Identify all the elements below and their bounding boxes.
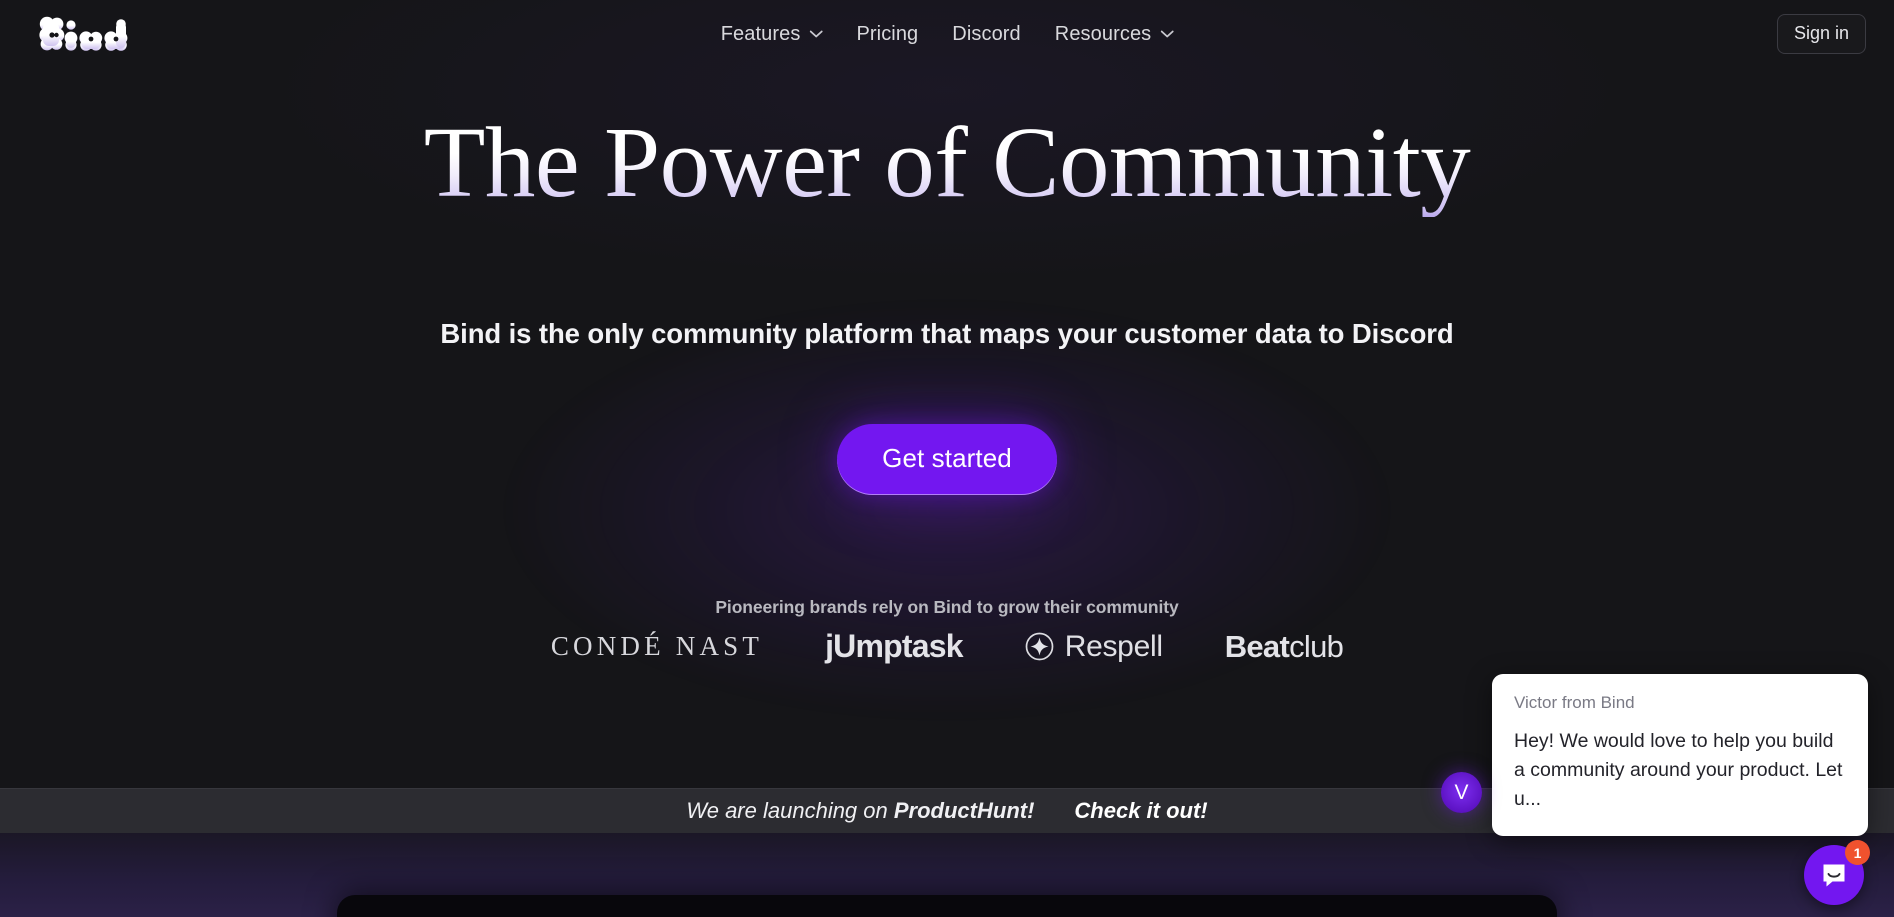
nav-item-discord[interactable]: Discord [952,23,1021,46]
nav-item-pricing[interactable]: Pricing [856,23,918,46]
sparkle-circle-icon [1025,632,1054,661]
nav-item-features[interactable]: Features [721,23,823,46]
announcement-text-product: ProductHunt! [893,798,1035,823]
nav-item-features-label: Features [720,22,801,45]
navbar: Features Pricing Discord Resources Sign … [0,0,1894,68]
brand-logo-respell-text: Respell [1064,629,1163,663]
brand-logo-beatclub-light: club [1289,628,1344,664]
nav-item-pricing-label: Pricing [856,22,919,45]
bind-logo[interactable] [36,12,132,54]
announcement-text-prefix: We are launching on [686,798,894,823]
brands-label: Pioneering brands rely on Bind to grow t… [715,597,1179,617]
get-started-button[interactable]: Get started [837,424,1057,495]
brand-logo-jumptask-j: j [825,628,834,664]
landing-page: Features Pricing Discord Resources Sign … [0,0,1894,917]
hero-subheadline: Bind is the only community platform that… [440,318,1454,349]
brand-logo-beatclub: Beat club [1224,628,1344,665]
brand-logo-conde-nast: CONDÉ NAST [551,631,763,662]
page-title: The Power of Community [0,107,1894,217]
brand-logo-beatclub-bold: Beat [1224,628,1290,664]
nav-links: Features Pricing Discord Resources [721,0,1174,68]
unread-badge: 1 [1845,840,1870,865]
chevron-down-icon [1160,30,1174,38]
chat-message-text: Hey! We would love to help you build a c… [1514,730,1843,810]
brand-logo-jumptask-rest: mptask [855,628,963,664]
nav-item-discord-label: Discord [952,22,1021,45]
chevron-down-icon [809,30,823,38]
announcement-text: We are launching on ProductHunt! [686,798,1034,824]
chat-message-card[interactable]: Victor from Bind Hey! We would love to h… [1492,674,1868,836]
chat-bubble-icon [1823,864,1845,887]
nav-item-resources-label: Resources [1054,22,1152,45]
next-section-panel [337,895,1557,917]
brand-logo-jumptask: j Umptask [825,628,963,665]
chat-sender-name: Victor from Bind [1514,693,1635,712]
next-section-preview [0,833,1894,917]
chat-avatar: V [1441,772,1482,813]
brand-logo-jumptask-u: U [833,628,856,664]
nav-item-resources[interactable]: Resources [1055,23,1174,46]
cta-container: Get started [0,424,1894,495]
sign-in-button[interactable]: Sign in [1776,14,1866,54]
announcement-link[interactable]: Check it out! [1074,798,1207,824]
brand-logos-row: CONDÉ NAST j Umptask Respell Beat club [0,628,1894,665]
brand-logo-conde-nast-text: CONDÉ NAST [550,631,764,661]
brand-logo-respell: Respell [1025,630,1163,664]
